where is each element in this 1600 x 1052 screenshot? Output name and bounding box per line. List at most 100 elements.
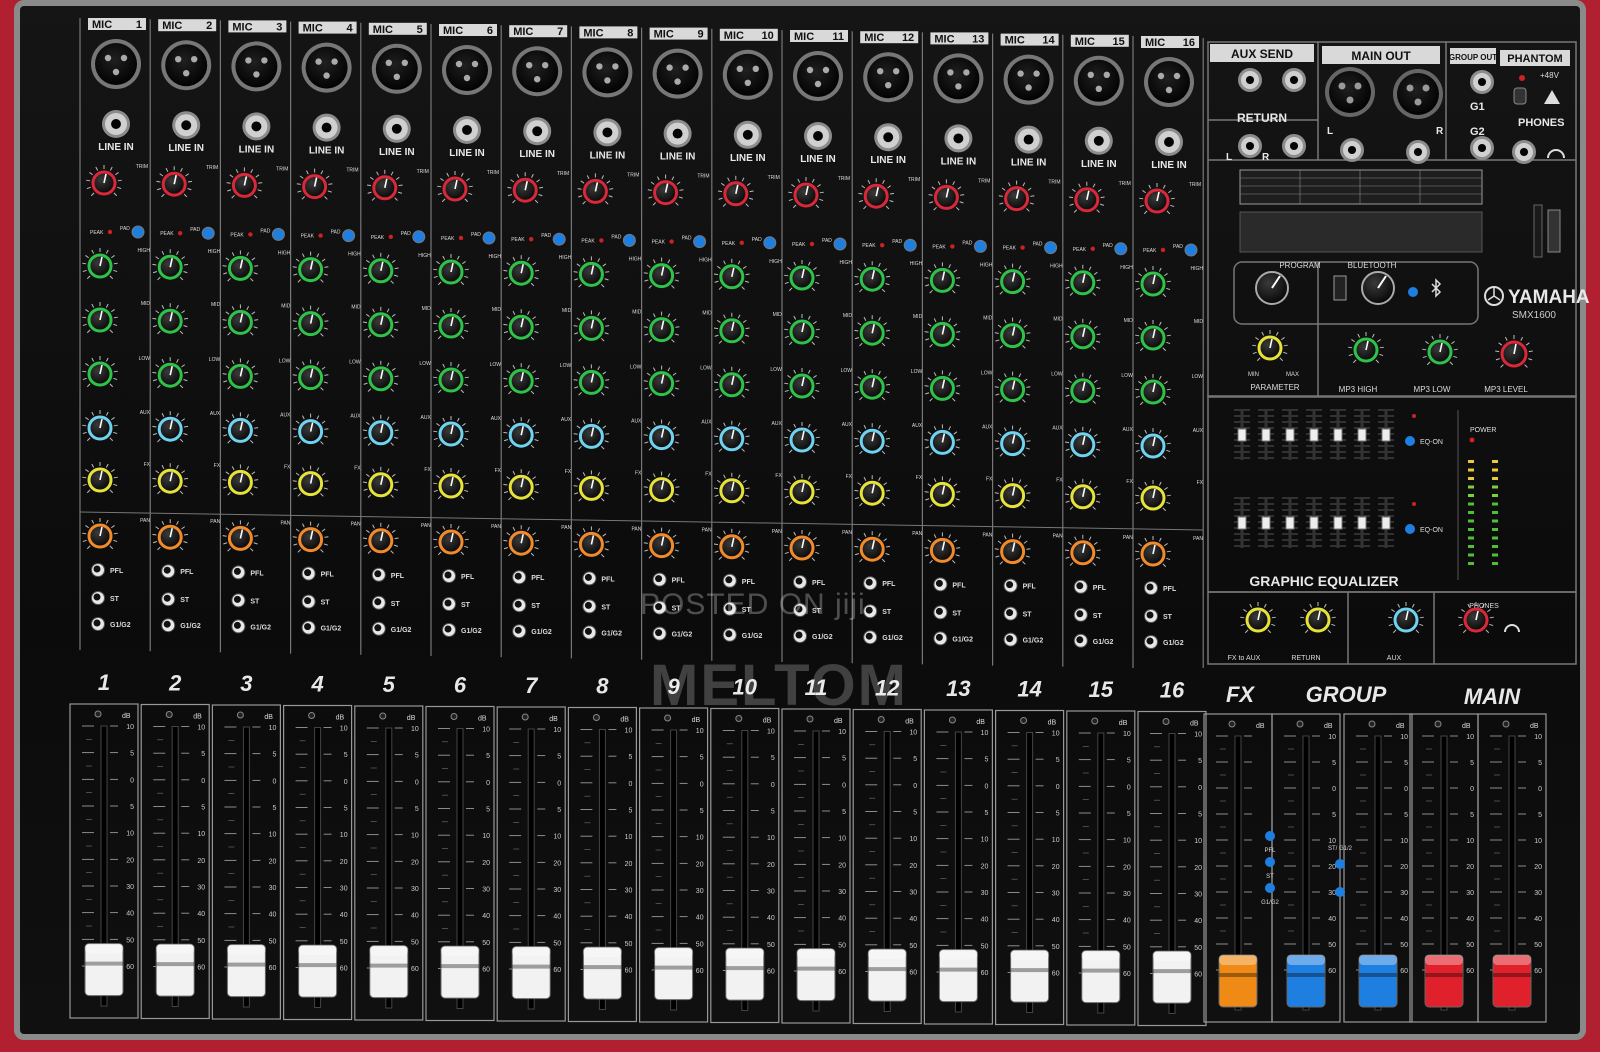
xlr-input[interactable] <box>582 47 633 98</box>
line-in-jack[interactable] <box>874 123 903 152</box>
pan-knob[interactable] <box>292 521 329 553</box>
aux-send-knob[interactable] <box>433 416 469 448</box>
geq-band-slider[interactable] <box>1330 409 1346 460</box>
geq-band-slider[interactable] <box>1306 497 1322 548</box>
pan-knob[interactable] <box>994 533 1031 565</box>
pan-knob[interactable] <box>222 520 259 552</box>
low-eq-knob[interactable] <box>573 364 610 396</box>
xlr-input[interactable] <box>652 48 703 99</box>
mid-eq-knob[interactable] <box>1064 318 1101 350</box>
mid-eq-knob[interactable] <box>292 305 329 337</box>
pad-button[interactable] <box>1114 242 1128 256</box>
pan-knob[interactable] <box>854 531 891 563</box>
mid-eq-knob[interactable] <box>82 302 118 334</box>
usb-port[interactable] <box>1547 209 1561 253</box>
low-eq-knob[interactable] <box>222 358 259 390</box>
pan-knob[interactable] <box>924 532 961 564</box>
xlr-input[interactable] <box>1144 57 1194 107</box>
pad-button[interactable] <box>482 231 496 245</box>
line-in-jack[interactable] <box>172 111 201 140</box>
bluetooth-knob[interactable] <box>1361 271 1395 305</box>
line-in-jack[interactable] <box>1084 126 1113 155</box>
aux-send-knob[interactable] <box>643 419 680 451</box>
fx-to-aux-knob[interactable] <box>1240 602 1276 634</box>
aux-send-knob[interactable] <box>994 425 1031 457</box>
aux-send-knob[interactable] <box>854 423 891 455</box>
program-knob[interactable] <box>1255 271 1289 305</box>
fx-send-knob[interactable] <box>82 462 118 494</box>
mid-eq-knob[interactable] <box>573 310 610 342</box>
geq-band-slider[interactable] <box>1282 497 1298 548</box>
pan-knob[interactable] <box>784 530 820 562</box>
fx-send-knob[interactable] <box>784 474 820 506</box>
sd-slot[interactable] <box>1533 204 1543 258</box>
fader-cap[interactable] <box>1152 950 1192 1004</box>
mid-eq-knob[interactable] <box>433 308 469 340</box>
geq-band-slider[interactable] <box>1234 497 1250 548</box>
fader-cap[interactable] <box>938 949 978 1003</box>
mp3-level-knob[interactable] <box>1495 335 1533 368</box>
fx-send-knob[interactable] <box>503 469 540 501</box>
fx-send-knob[interactable] <box>713 472 750 504</box>
fader-cap[interactable] <box>155 943 195 997</box>
fader-cap[interactable] <box>511 946 551 1000</box>
xlr-input[interactable] <box>161 40 212 91</box>
aux-send-knob[interactable] <box>503 417 540 449</box>
fx-send-knob[interactable] <box>854 475 891 507</box>
trim-knob[interactable] <box>1068 181 1105 213</box>
xlr-input[interactable] <box>793 51 843 101</box>
fx-send-knob[interactable] <box>924 476 961 508</box>
fader-cap[interactable] <box>1081 950 1121 1004</box>
aux-send-knob[interactable] <box>784 422 820 454</box>
low-eq-knob[interactable] <box>292 359 329 391</box>
mid-eq-knob[interactable] <box>152 303 189 335</box>
low-eq-knob[interactable] <box>643 365 680 397</box>
fader-cap[interactable] <box>654 947 694 1001</box>
trim-knob[interactable] <box>507 172 544 204</box>
trim-knob[interactable] <box>86 165 122 197</box>
high-eq-knob[interactable] <box>503 255 540 287</box>
mid-eq-knob[interactable] <box>924 316 961 348</box>
high-eq-knob[interactable] <box>784 260 820 292</box>
trim-knob[interactable] <box>437 171 473 203</box>
pan-knob[interactable] <box>82 518 118 550</box>
high-eq-knob[interactable] <box>854 261 891 293</box>
trim-knob[interactable] <box>858 178 895 210</box>
xlr-input[interactable] <box>863 52 914 103</box>
pad-button[interactable] <box>903 238 917 252</box>
low-eq-knob[interactable] <box>362 360 399 392</box>
aux-send-knob[interactable] <box>924 424 961 456</box>
high-eq-knob[interactable] <box>292 251 329 283</box>
aux-send-knob[interactable] <box>713 420 750 452</box>
fader-cap[interactable] <box>1424 954 1464 1008</box>
aux-send-right-jack[interactable] <box>1282 68 1306 92</box>
phones-jack[interactable] <box>1512 140 1536 164</box>
low-eq-knob[interactable] <box>433 362 469 394</box>
pan-knob[interactable] <box>503 525 540 557</box>
trim-knob[interactable] <box>577 173 614 205</box>
mid-eq-knob[interactable] <box>643 311 680 343</box>
line-in-jack[interactable] <box>593 118 622 147</box>
fader-cap[interactable] <box>1218 954 1258 1008</box>
line-in-jack[interactable] <box>1155 128 1183 156</box>
mp3-low-knob[interactable] <box>1422 334 1458 366</box>
fader-cap[interactable] <box>1010 949 1050 1003</box>
fx-routing-button[interactable] <box>1265 831 1275 841</box>
xlr-input[interactable] <box>933 53 984 104</box>
fx-routing-button[interactable] <box>1265 883 1275 893</box>
eq-on-button-2[interactable] <box>1405 524 1415 534</box>
aux-send-knob[interactable] <box>292 413 329 445</box>
low-eq-knob[interactable] <box>152 357 189 389</box>
fader-cap[interactable] <box>796 948 836 1002</box>
aux-send-knob[interactable] <box>152 411 189 443</box>
low-eq-knob[interactable] <box>1064 372 1101 404</box>
geq-band-slider[interactable] <box>1354 497 1370 548</box>
fx-send-knob[interactable] <box>292 465 329 497</box>
pad-button[interactable] <box>1044 241 1058 255</box>
mid-eq-knob[interactable] <box>222 304 259 336</box>
pad-button[interactable] <box>763 236 777 250</box>
pad-button[interactable] <box>131 225 145 239</box>
fx-send-knob[interactable] <box>362 466 399 498</box>
high-eq-knob[interactable] <box>362 252 399 284</box>
group-out-g2-jack[interactable] <box>1470 136 1494 160</box>
